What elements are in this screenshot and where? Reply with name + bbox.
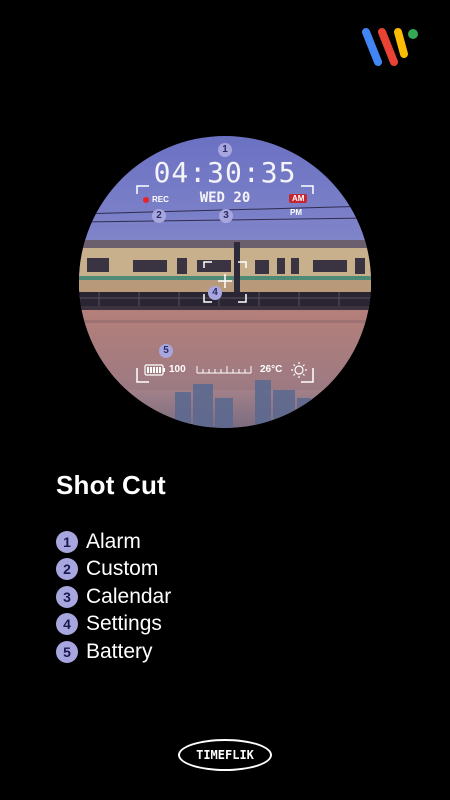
feature-label: Custom — [86, 557, 159, 581]
page-title: Shot Cut — [56, 470, 166, 500]
feature-number-badge: 3 — [56, 585, 78, 608]
feature-item-battery: 5 Battery — [56, 638, 171, 666]
feature-number-badge: 4 — [56, 613, 78, 636]
feature-item-custom: 2 Custom — [56, 556, 171, 584]
wear-os-icon — [362, 28, 418, 66]
battery-level: 100 — [169, 364, 186, 375]
feature-label: Settings — [86, 612, 162, 636]
feature-item-alarm: 1 Alarm — [56, 528, 171, 556]
rec-dot-icon — [143, 197, 149, 203]
feature-label: Calendar — [86, 584, 172, 608]
callout-5-badge: 5 — [159, 344, 173, 358]
brand-logo: TIMEFLIK — [178, 739, 272, 771]
callout-3-badge: 3 — [219, 209, 233, 223]
watch-face-preview: 04:30:35 WED 20 REC AM PM 100 26°C 1 2 3… — [79, 136, 371, 428]
feature-label: Alarm — [86, 529, 141, 553]
watch-time: 04:30:35 — [153, 156, 297, 189]
rec-indicator: REC — [143, 195, 169, 204]
feature-item-settings: 4 Settings — [56, 611, 171, 639]
feature-list: 1 Alarm 2 Custom 3 Calendar 4 Settings 5… — [56, 528, 171, 666]
pm-label: PM — [290, 208, 302, 217]
rec-label: REC — [152, 195, 169, 204]
watch-date: WED 20 — [199, 190, 251, 206]
feature-number-badge: 1 — [56, 530, 78, 553]
feature-number-badge: 5 — [56, 640, 78, 663]
temperature: 26°C — [260, 364, 283, 375]
feature-label: Battery — [86, 639, 153, 663]
am-badge: AM — [289, 194, 308, 203]
callout-2-badge: 2 — [152, 209, 166, 223]
callout-1-badge: 1 — [218, 143, 232, 157]
feature-number-badge: 2 — [56, 558, 78, 581]
feature-item-calendar: 3 Calendar — [56, 583, 171, 611]
callout-4-badge: 4 — [208, 286, 222, 300]
